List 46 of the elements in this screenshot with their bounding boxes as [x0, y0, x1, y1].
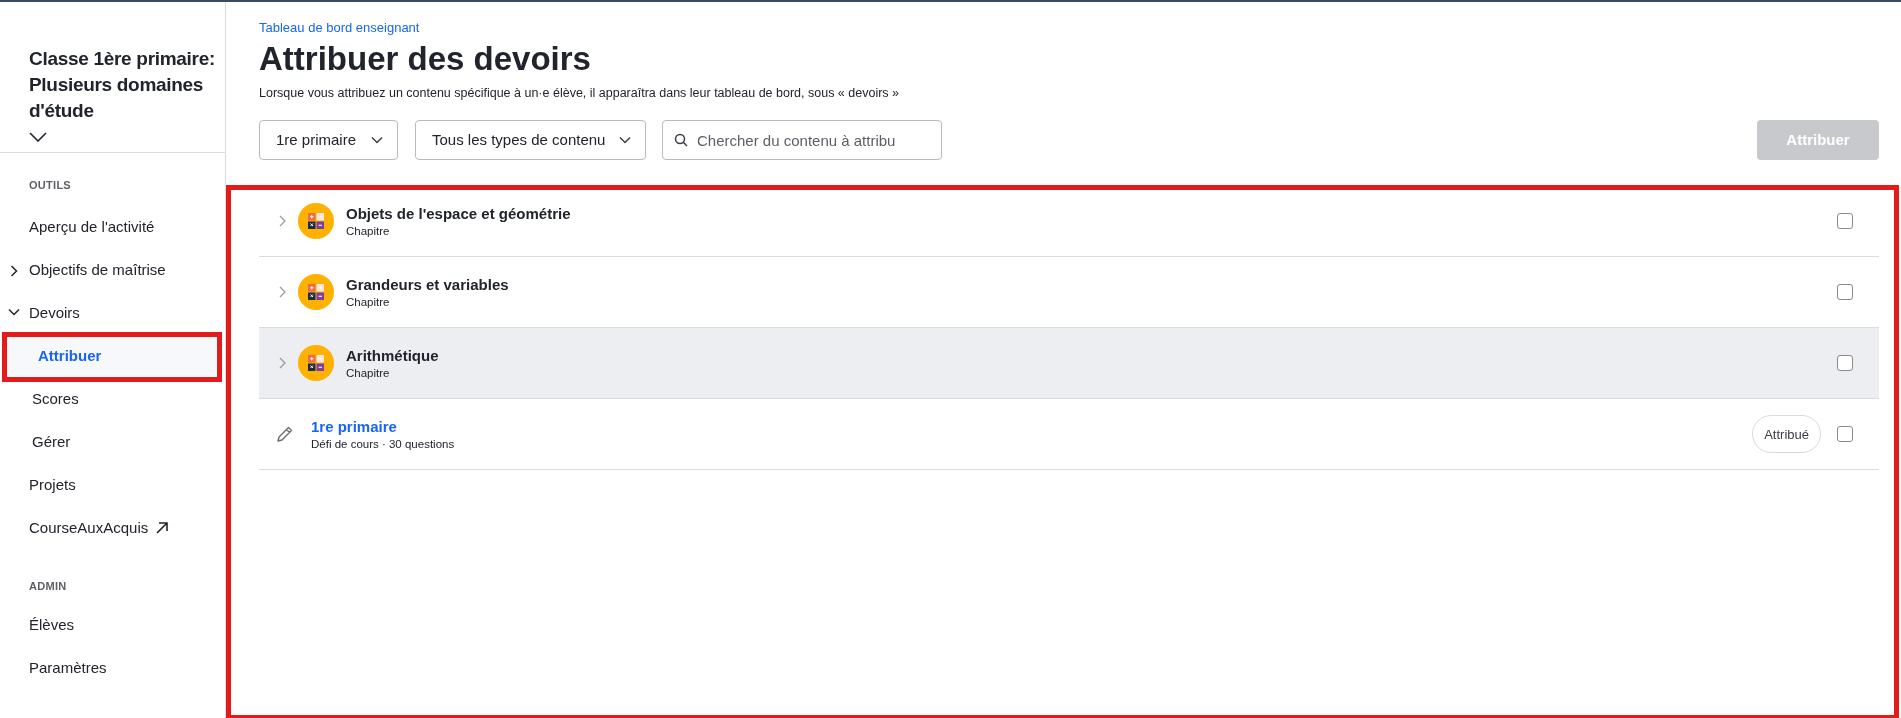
chapter-title: Grandeurs et variables [346, 274, 509, 295]
section-heading: ADMIN [28, 578, 68, 594]
math-operations-icon [298, 345, 334, 382]
course-title: Classe 1ère primaire: Plusieurs domaines d'étude [29, 47, 216, 123]
content-row[interactable]: Arithmétique Chapitre [259, 328, 1879, 400]
page-description: Lorsque vous attribuez un contenu spécifique à un·e élève, il apparaîtra dans leur tableau de bord, sous « devoirs » [259, 84, 900, 102]
sidebar-item[interactable]: Projets [0, 465, 225, 505]
chapter-title: Objets de l'espace et géométrie [346, 203, 571, 224]
chapter-title: Arithmétique [346, 345, 439, 366]
checkbox[interactable] [1837, 284, 1853, 301]
chevron-right-icon[interactable] [279, 286, 286, 299]
filter-dropdown[interactable]: 1re primaire [259, 120, 398, 161]
search-icon [674, 133, 688, 148]
chevron-right-icon [10, 264, 18, 277]
sidebar-item[interactable]: Aperçu de l'activité [0, 207, 225, 247]
chevron-right-icon[interactable] [279, 357, 286, 370]
section-heading: OUTILS [28, 178, 72, 193]
checkbox[interactable] [1837, 213, 1853, 230]
sidebar-item[interactable]: Élèves [0, 605, 225, 646]
sidebar-item[interactable]: Devoirs [0, 293, 225, 333]
chevron-down-icon[interactable] [29, 132, 47, 142]
chevron-down-icon [8, 307, 20, 316]
sidebar-item[interactable]: CourseAuxAcquis [0, 508, 225, 548]
sidebar-item[interactable]: Paramètres [0, 648, 225, 689]
page-title: Attribuer des devoirs [259, 38, 592, 79]
row-subtitle: Chapitre [346, 223, 391, 239]
filter-dropdown[interactable]: Tous les types de contenu [415, 120, 646, 161]
sidebar-item[interactable]: Objectifs de maîtrise [0, 250, 225, 290]
sidebar-item[interactable]: Gérer [0, 422, 225, 462]
chevron-right-icon[interactable] [279, 215, 286, 228]
external-link-icon [156, 522, 169, 534]
breadcrumb-link[interactable]: Tableau de bord enseignant [259, 18, 1879, 38]
row-subtitle: Chapitre [346, 365, 391, 381]
chevron-down-icon [619, 136, 631, 145]
sidebar-item[interactable]: Scores [0, 379, 225, 419]
math-operations-icon [298, 274, 334, 311]
checkbox[interactable] [1837, 426, 1853, 443]
pencil-icon [276, 425, 294, 444]
assignment-link[interactable]: 1re primaire [311, 416, 455, 437]
checkbox[interactable] [1837, 355, 1853, 372]
search-field[interactable]: Chercher du contenu à attribu [662, 120, 942, 161]
math-operations-icon [298, 203, 334, 240]
sidebar-item[interactable]: Attribuer [6, 336, 216, 376]
row-subtitle: Défi de cours · 30 questions [311, 436, 455, 452]
row-subtitle: Chapitre [346, 294, 391, 310]
chevron-down-icon [371, 136, 383, 145]
